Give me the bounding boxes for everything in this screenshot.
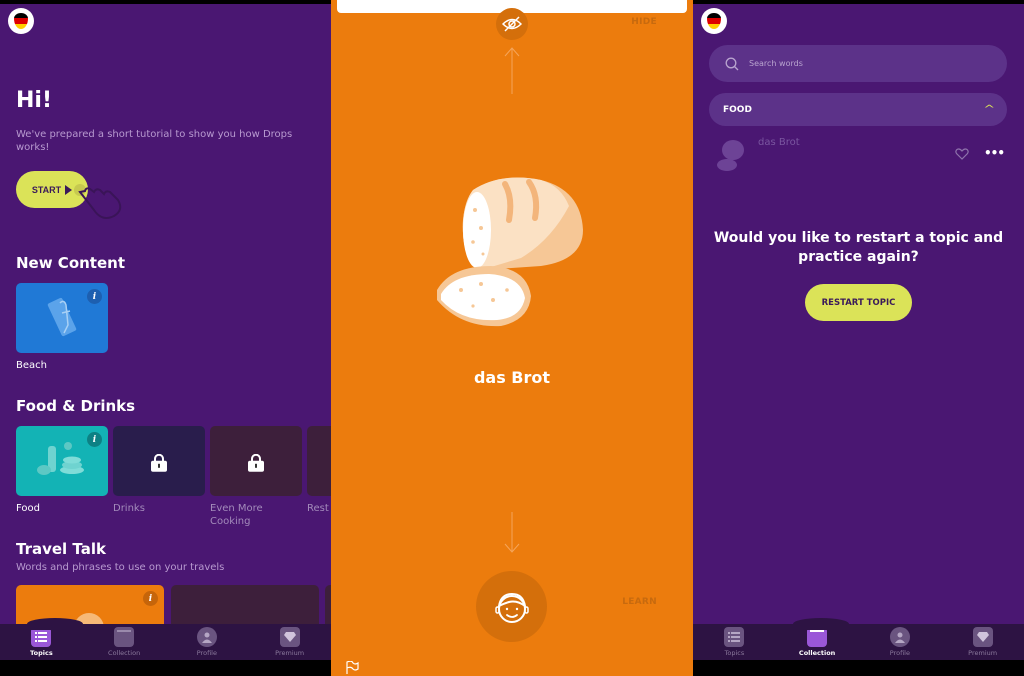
nav-label-premium: Premium (275, 649, 305, 657)
topic-title: FOOD (723, 104, 752, 115)
topic-card-even-more-cooking[interactable] (210, 426, 302, 496)
word-text: das Brot (758, 137, 800, 148)
nav-tab-profile[interactable]: Profile (865, 627, 935, 657)
book-icon (114, 627, 135, 647)
greeting-heading: Hi! (16, 88, 52, 113)
status-bar (693, 0, 1024, 4)
report-flag-icon[interactable] (345, 661, 359, 675)
nav-tab-premium[interactable]: Premium (255, 627, 325, 657)
pointing-hand-icon (74, 184, 122, 219)
card-label-rest: Rest (307, 503, 329, 514)
learner-face-icon (494, 592, 529, 623)
section-title-food-drinks: Food & Drinks (16, 397, 136, 415)
nav-tab-profile[interactable]: Profile (172, 627, 242, 657)
nav-tab-premium[interactable]: Premium (948, 627, 1018, 657)
lock-icon (248, 453, 264, 472)
nav-tab-topics[interactable]: Topics (699, 627, 769, 657)
bread-illustration (437, 177, 583, 327)
list-icon (724, 627, 745, 647)
learn-label: LEARN (622, 597, 657, 607)
bottom-navigation: Topics Collection Profile Premium (0, 618, 331, 660)
search-input[interactable] (749, 59, 969, 68)
eye-slash-icon (502, 16, 522, 32)
swipe-down-arrow-icon (504, 512, 520, 553)
more-options-icon[interactable]: ••• (984, 146, 1005, 160)
section-title-new-content: New Content (16, 254, 125, 272)
word-learning-screen: HIDE das Brot LEARN (331, 0, 693, 676)
tutorial-intro-text: We've prepared a short tutorial to show … (16, 129, 293, 153)
nav-tab-collection[interactable]: Collection (782, 627, 852, 657)
list-icon (31, 627, 52, 647)
swipe-up-arrow-icon (504, 47, 520, 94)
profile-icon (196, 627, 217, 647)
topic-card-food[interactable]: i (16, 426, 108, 496)
nav-active-bump (793, 618, 849, 630)
lock-icon (151, 453, 167, 472)
info-icon[interactable]: i (87, 432, 102, 447)
topic-card-beach[interactable]: i (16, 283, 108, 353)
germany-flag-icon (707, 13, 721, 29)
nav-tab-collection[interactable]: Collection (89, 627, 159, 657)
status-bar (0, 0, 331, 4)
info-icon[interactable]: i (143, 591, 158, 606)
word-text: das Brot (473, 368, 551, 387)
section-subtitle-travel-talk: Words and phrases to use on your travels (16, 562, 225, 573)
diamond-icon (972, 627, 993, 647)
restart-topic-button[interactable]: RESTART TOPIC (805, 284, 912, 321)
nav-label-profile: Profile (889, 649, 910, 657)
beach-illustration-icon (47, 297, 77, 337)
nav-tab-topics[interactable]: Topics (6, 627, 76, 657)
search-bar (709, 45, 1007, 82)
hide-button[interactable] (496, 8, 528, 40)
card-label-drinks: Drinks (113, 503, 145, 514)
card-label-food: Food (16, 503, 40, 514)
book-icon (807, 627, 828, 647)
nav-active-bump (27, 618, 83, 630)
learn-button[interactable] (476, 571, 547, 642)
card-label-beach: Beach (16, 360, 47, 371)
nav-label-premium: Premium (968, 649, 998, 657)
language-flag-button[interactable] (8, 8, 34, 34)
section-title-travel-talk: Travel Talk (16, 540, 106, 558)
nav-label-collection: Collection (108, 649, 141, 657)
bread-thumbnail-icon (717, 140, 744, 171)
topic-card-drinks[interactable] (113, 426, 205, 496)
nav-label-topics: Topics (30, 649, 53, 657)
food-illustration-icon (37, 442, 84, 475)
topic-accordion-food[interactable]: FOOD ^ (709, 93, 1007, 126)
nav-label-profile: Profile (196, 649, 217, 657)
search-icon (725, 57, 739, 70)
bottom-navigation: Topics Collection Profile Premium (693, 618, 1024, 660)
nav-label-topics: Topics (724, 649, 745, 657)
hide-label: HIDE (631, 17, 657, 27)
restart-question: Would you like to restart a topic and pr… (713, 230, 1004, 265)
card-label-even-more-cooking: Even More Cooking (210, 503, 263, 527)
profile-icon (889, 627, 910, 647)
system-bar (693, 660, 1024, 676)
topics-screen: Hi! We've prepared a short tutorial to s… (0, 0, 331, 676)
start-label: START (31, 184, 62, 195)
info-icon[interactable]: i (87, 289, 102, 304)
word-list-item[interactable]: das Brot ••• (713, 134, 1013, 174)
collection-screen: FOOD ^ das Brot ••• Would you like to re… (693, 0, 1024, 676)
diamond-icon (279, 627, 300, 647)
system-bar (0, 660, 331, 676)
chevron-up-icon: ^ (982, 104, 995, 115)
language-flag-button[interactable] (701, 8, 727, 34)
nav-label-collection: Collection (798, 649, 836, 657)
germany-flag-icon (14, 13, 28, 29)
heart-icon[interactable] (955, 148, 969, 160)
topic-card-rest[interactable] (307, 426, 331, 496)
